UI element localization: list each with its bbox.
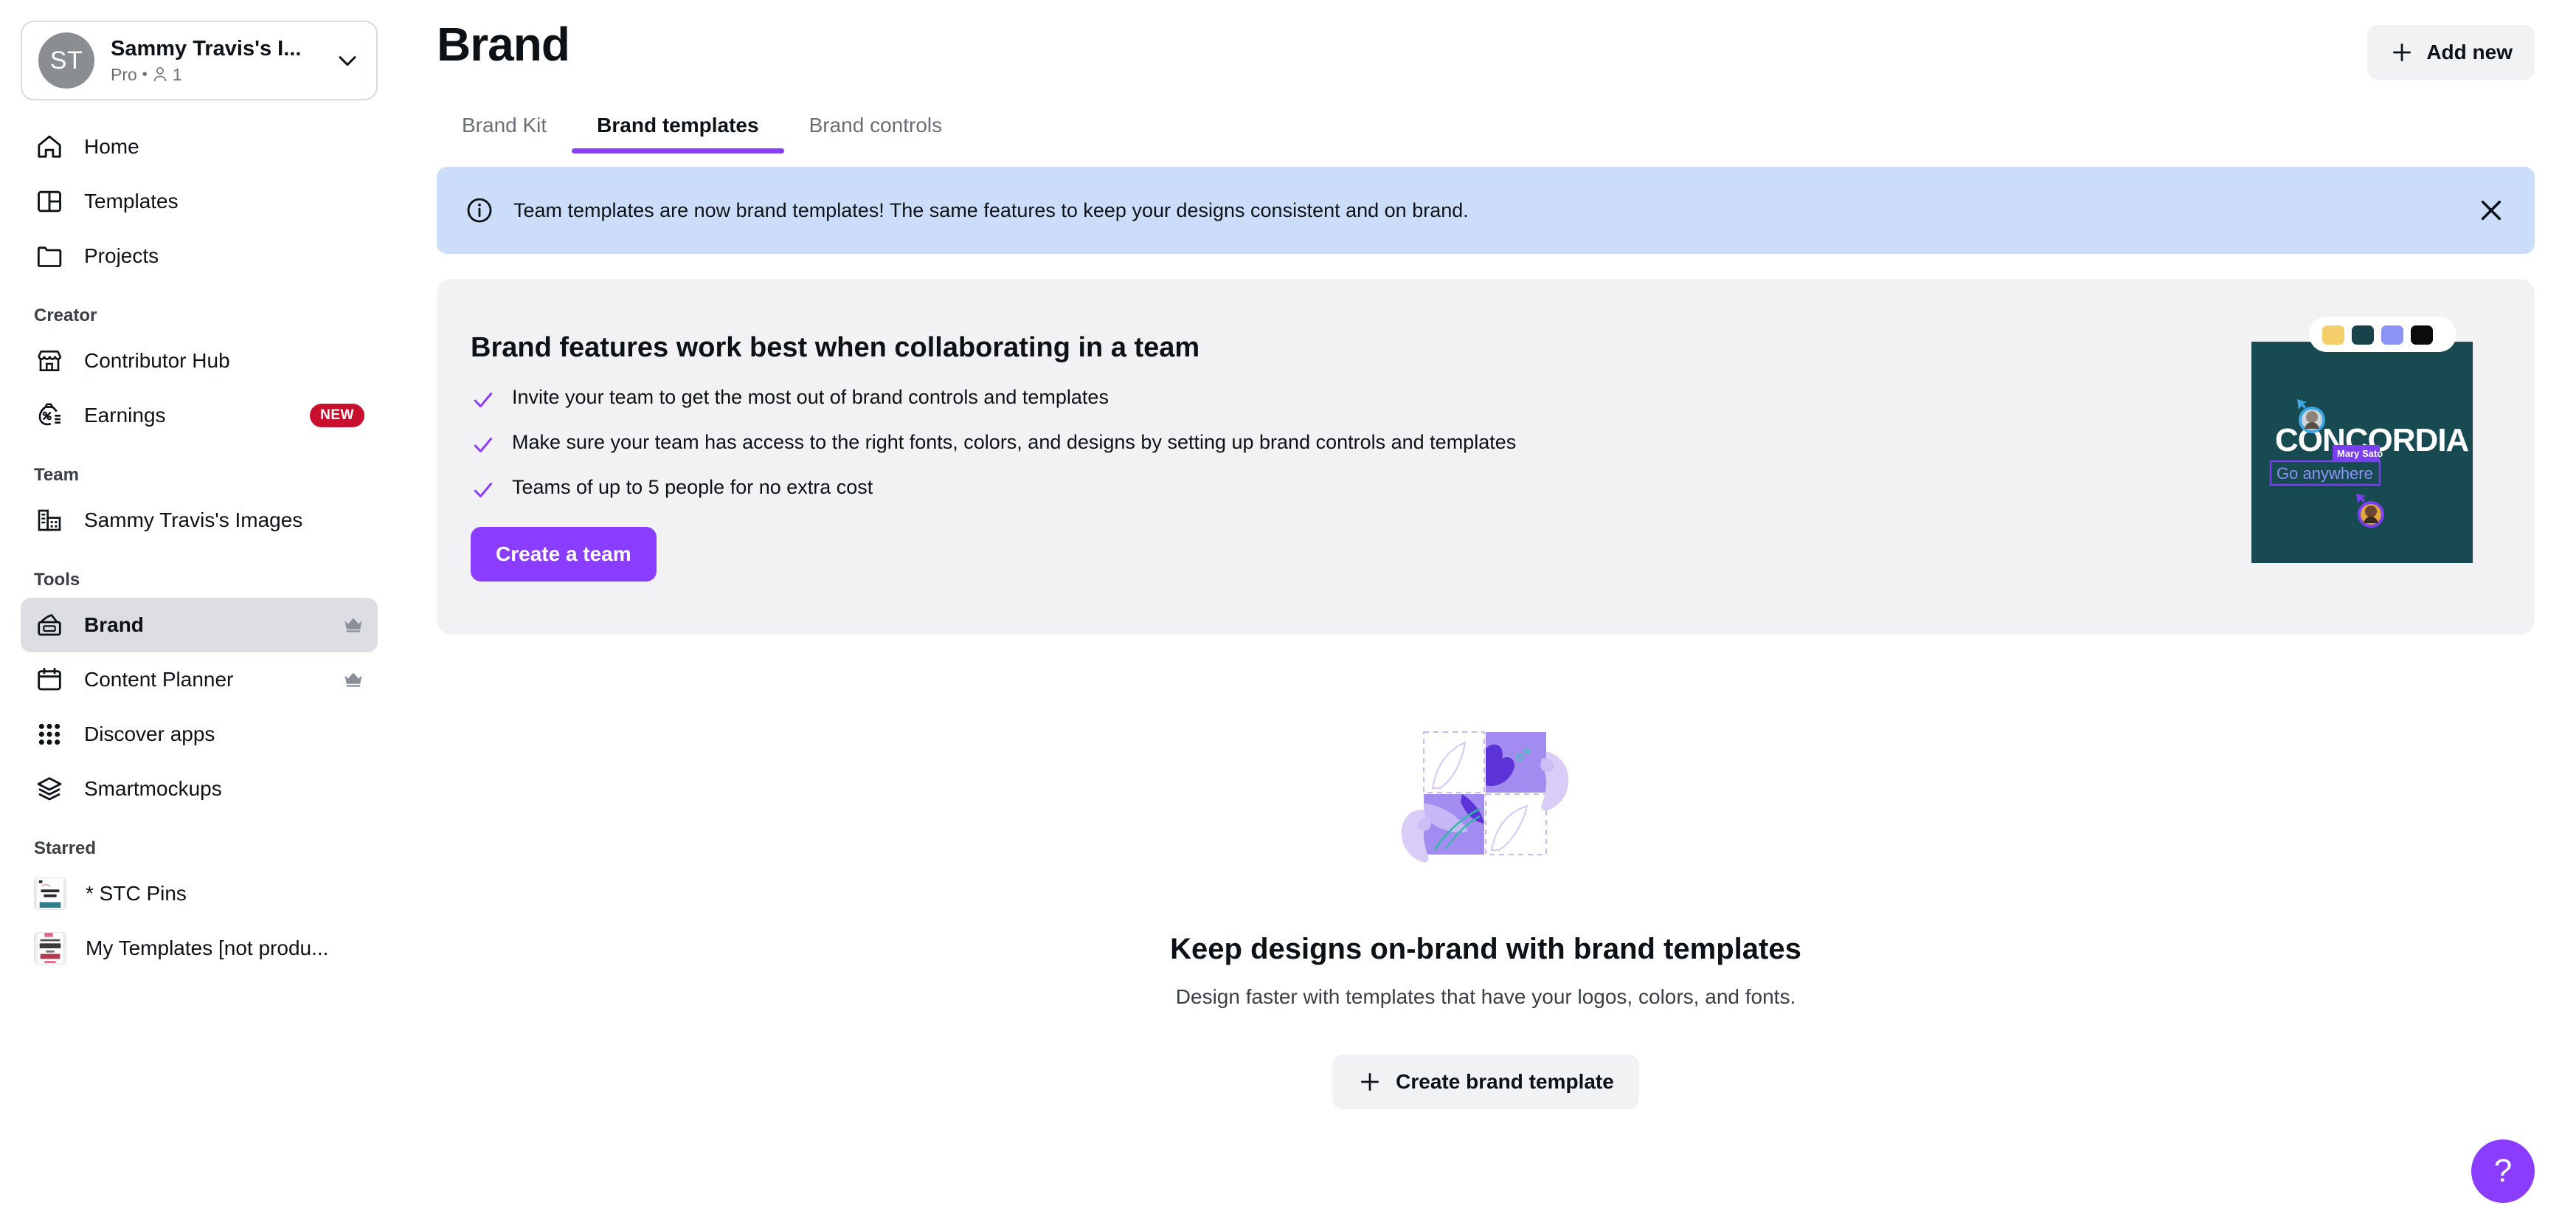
avatar: ST [38,32,94,89]
tab-brand-controls[interactable]: Brand controls [784,114,968,154]
calendar-icon [34,664,65,695]
svg-text:Go anywhere: Go anywhere [2276,464,2373,483]
help-button[interactable]: ? [2471,1139,2535,1203]
sidebar-item-contributor-hub[interactable]: Contributor Hub [21,334,378,388]
check-icon [474,393,493,407]
sidebar-item-templates[interactable]: Templates [21,174,378,229]
sidebar-item-label: Contributor Hub [84,349,230,372]
check-icon [474,438,493,452]
promo-benefit-list: Invite your team to get the most out of … [471,386,2244,503]
account-text: Sammy Travis's I... Pro • 1 [111,37,329,85]
close-icon[interactable] [2476,195,2507,226]
sidebar-item-label: Templates [84,190,179,213]
sidebar-item-smartmockups[interactable]: Smartmockups [21,762,378,816]
create-brand-template-label: Create brand template [1396,1070,1614,1093]
sidebar-item-label: Brand [84,613,144,636]
money-bag-icon [34,400,65,431]
add-new-button[interactable]: Add new [2367,25,2535,80]
promo-heading: Brand features work best when collaborat… [471,332,1200,363]
brand-icon [34,610,65,641]
home-icon [34,131,65,162]
layers-icon [34,773,65,804]
sidebar-item-content-planner[interactable]: Content Planner [21,652,378,707]
info-circle-icon [467,198,492,223]
sidebar-item-label: Discover apps [84,722,215,745]
buildings-icon [34,505,65,536]
sidebar-item-home[interactable]: Home [21,120,378,174]
sidebar-item-brand[interactable]: Brand [21,598,378,652]
plus-icon [2393,44,2411,61]
folder-icon [34,241,65,272]
design-thumbnail [34,877,66,910]
create-brand-template-button[interactable]: Create brand template [1332,1055,1639,1109]
list-item: Invite your team to get the most out of … [471,386,2244,413]
account-name: Sammy Travis's I... [111,36,302,61]
sidebar-item-label: * STC Pins [86,882,187,905]
sidebar-nav: Home Templates Projects Creator Contribu… [21,120,378,976]
check-icon [474,483,493,497]
app-root: ST Sammy Travis's I... Pro • 1 Home Temp… [0,0,2576,1228]
sidebar-item-discover-apps[interactable]: Discover apps [21,707,378,762]
empty-state-heading: Keep designs on-brand with brand templat… [1170,933,1801,965]
sidebar: ST Sammy Travis's I... Pro • 1 Home Temp… [0,0,398,1228]
plus-icon [1361,1073,1379,1091]
empty-state-illustration [1375,706,1596,890]
page-title: Brand [437,18,570,71]
chevron-down-icon [339,56,356,66]
sidebar-section-tools: Tools [34,570,80,590]
sidebar-item-label: Smartmockups [84,777,222,800]
design-thumbnail [34,932,66,965]
page-header: Brand Add new [437,0,2535,80]
list-item-label: Make sure your team has access to the ri… [512,431,1517,453]
storefront-icon [34,345,65,376]
sidebar-item-trailing [342,669,364,691]
sidebar-item-label: Home [84,135,139,158]
list-item-label: Invite your team to get the most out of … [512,386,1109,408]
grid-apps-icon [34,719,65,750]
add-new-label: Add new [2426,41,2513,63]
sidebar-item-label: Sammy Travis's Images [84,508,303,531]
member-count: 1 [172,64,182,84]
list-item: Make sure your team has access to the ri… [471,431,2244,458]
empty-state-subtext: Design faster with templates that have y… [1175,985,1796,1008]
sidebar-item-trailing [342,614,364,636]
promo-artwork: CONCORDIA Go anywhere Mary Sato [2244,309,2495,604]
account-subtitle: Pro • 1 [111,65,329,85]
sidebar-section-creator: Creator [34,306,97,325]
main-content: Brand Add new Brand Kit Brand templates … [398,0,2576,1228]
empty-state: Keep designs on-brand with brand templat… [437,706,2535,1109]
sidebar-item-starred-my-templates[interactable]: My Templates [not produ... [21,921,378,976]
crown-icon [344,672,362,687]
tab-brand-kit[interactable]: Brand Kit [437,114,572,154]
brand-design-preview: CONCORDIA Go anywhere Mary Sato [2251,317,2473,563]
promo-content: Brand features work best when collaborat… [471,332,2244,582]
list-item-label: Teams of up to 5 people for no extra cos… [512,476,873,498]
sidebar-item-label: Earnings [84,404,166,427]
sidebar-item-label: Content Planner [84,668,234,691]
sidebar-item-team-images[interactable]: Sammy Travis's Images [21,493,378,548]
sidebar-item-label: Projects [84,244,159,267]
svg-text:Mary Sato: Mary Sato [2337,448,2383,459]
info-banner: Team templates are now brand templates! … [437,167,2535,254]
sidebar-section-team: Team [34,465,79,485]
create-team-button[interactable]: Create a team [471,527,657,582]
sidebar-item-projects[interactable]: Projects [21,229,378,283]
sidebar-item-label: My Templates [not produ... [86,936,329,959]
crown-icon [344,618,362,632]
sidebar-item-trailing: NEW [310,404,364,427]
sidebar-section-starred: Starred [34,838,97,858]
templates-icon [34,186,65,217]
tab-bar: Brand Kit Brand templates Brand controls [437,114,2535,154]
status-badge: NEW [310,404,364,427]
person-icon [153,67,167,82]
list-item: Teams of up to 5 people for no extra cos… [471,476,2244,503]
team-promo-card: Brand features work best when collaborat… [437,279,2535,635]
banner-message: Team templates are now brand templates! … [513,199,1469,221]
tab-brand-templates[interactable]: Brand templates [572,114,784,154]
account-switcher[interactable]: ST Sammy Travis's I... Pro • 1 [21,21,378,100]
account-plan: Pro [111,64,137,84]
sidebar-item-earnings[interactable]: Earnings NEW [21,388,378,443]
sidebar-item-starred-stc-pins[interactable]: * STC Pins [21,866,378,921]
separator-dot: • [142,66,148,83]
